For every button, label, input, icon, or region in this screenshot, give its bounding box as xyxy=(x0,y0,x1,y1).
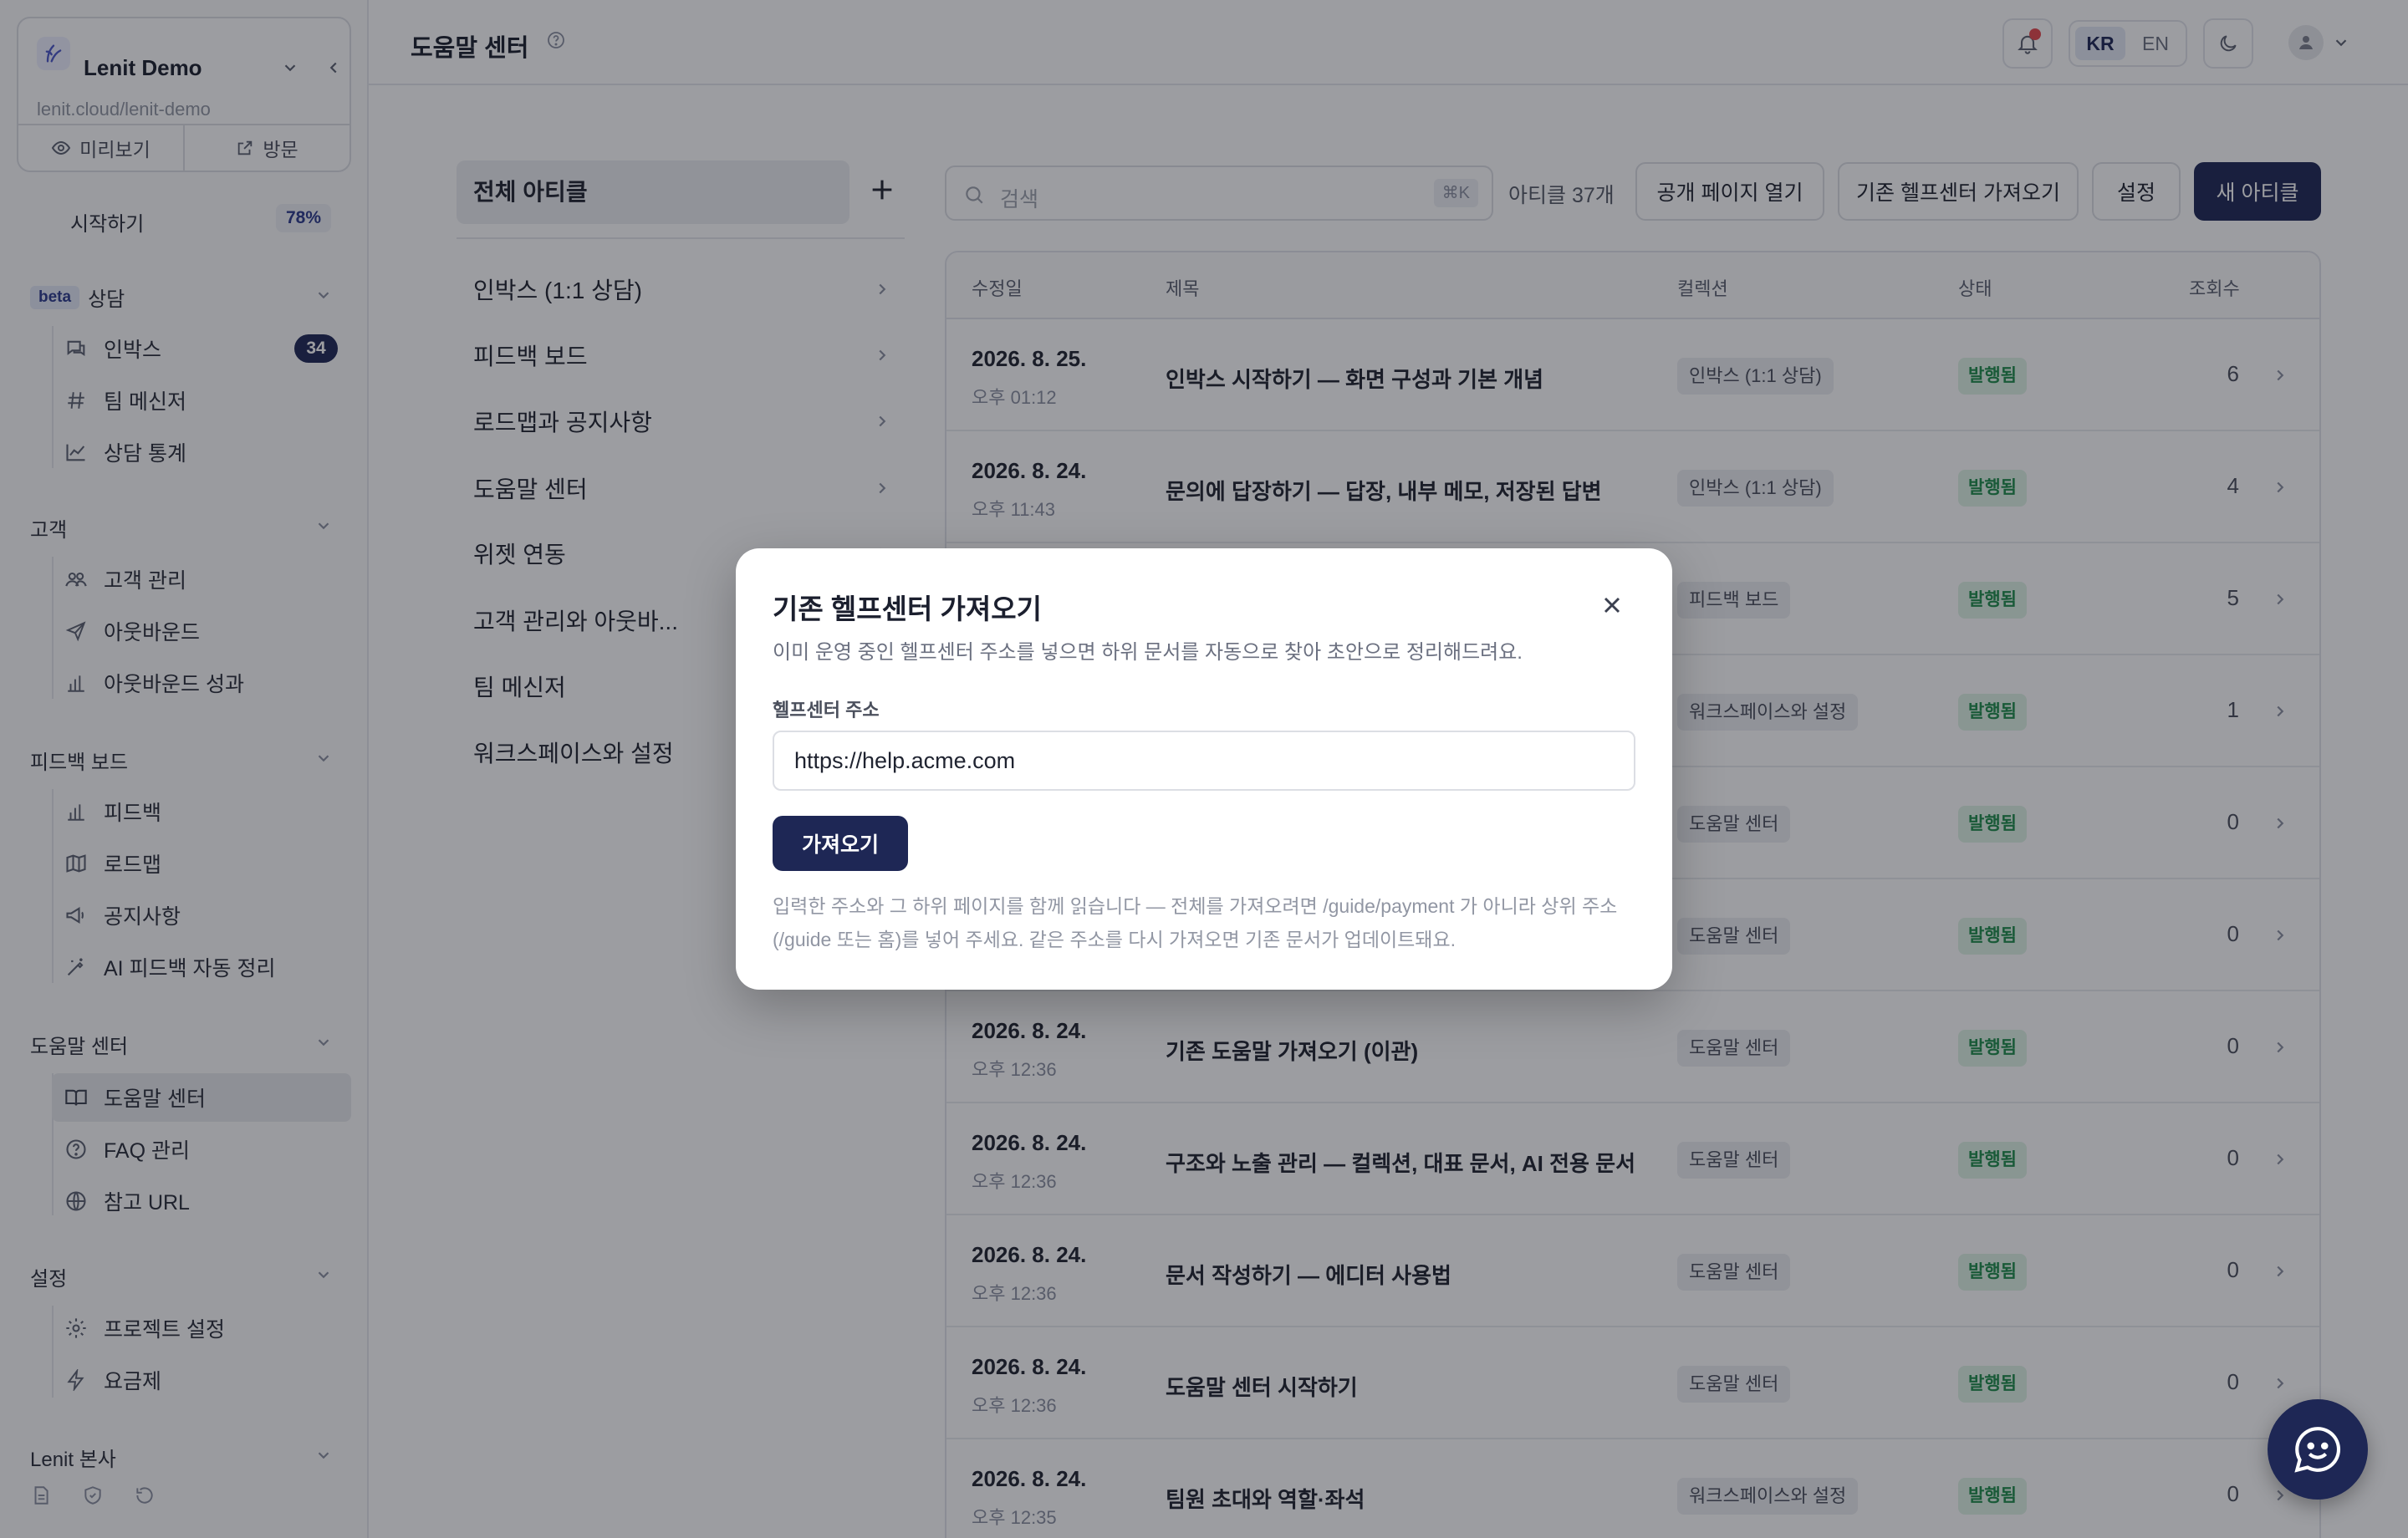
import-button[interactable]: 가져오기 xyxy=(773,816,908,871)
import-help-center-modal: 기존 헬프센터 가져오기 이미 운영 중인 헬프센터 주소를 넣으면 하위 문서… xyxy=(736,548,1672,990)
help-center-url-input[interactable] xyxy=(773,731,1635,791)
modal-note: 입력한 주소와 그 하위 페이지를 함께 읽습니다 — 전체를 가져오려면 /g… xyxy=(773,895,1618,950)
modal-description: 이미 운영 중인 헬프센터 주소를 넣으면 하위 문서를 자동으로 찾아 초안으… xyxy=(773,641,1523,664)
close-icon[interactable] xyxy=(1599,592,1625,619)
chat-smile-icon xyxy=(2294,1427,2340,1473)
chat-widget-button[interactable] xyxy=(2268,1399,2368,1500)
help-center-url-label: 헬프센터 주소 xyxy=(773,700,880,721)
modal-title: 기존 헬프센터 가져오기 xyxy=(773,593,1042,624)
